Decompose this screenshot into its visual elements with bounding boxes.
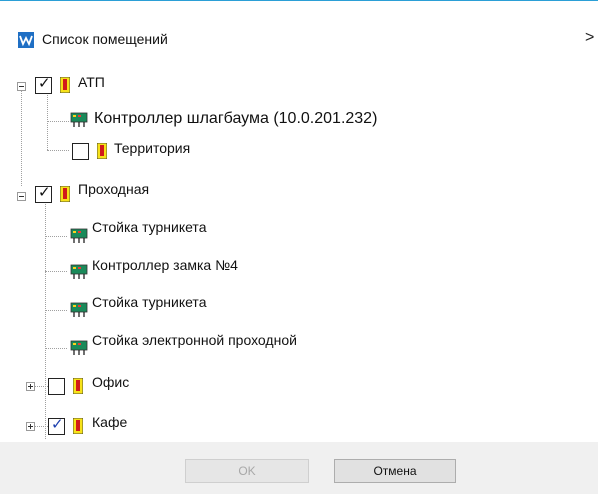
- room-door-icon: [97, 143, 107, 159]
- rooms-tree: ✓ АТП Контроллер шлагбаума (10.0.201.232…: [0, 64, 598, 442]
- expand-icon[interactable]: [26, 422, 35, 431]
- close-chevron-icon[interactable]: >: [585, 29, 594, 47]
- tree-line: [47, 121, 69, 122]
- collapse-icon[interactable]: [17, 192, 26, 201]
- cancel-button[interactable]: Отмена: [334, 459, 456, 483]
- tree-line: [47, 150, 69, 151]
- controller-device-icon: [70, 264, 88, 279]
- checkbox-entrance[interactable]: ✓: [35, 184, 52, 203]
- checkbox-cafe[interactable]: ✓: [48, 416, 65, 435]
- tree-line: [45, 310, 67, 311]
- expand-icon[interactable]: [26, 382, 35, 391]
- turnstile-device-icon: [70, 302, 88, 317]
- room-door-icon: [73, 418, 83, 434]
- tree-line: [45, 236, 67, 237]
- room-door-icon: [60, 186, 70, 202]
- tree-label-turnstile-2[interactable]: Стойка турникета: [92, 294, 206, 310]
- tree-label-turnstile-1[interactable]: Стойка турникета: [92, 219, 206, 235]
- tree-line: [45, 271, 67, 272]
- turnstile-device-icon: [70, 340, 88, 355]
- tree-line: [45, 348, 67, 349]
- dialog-titlebar: Список помещений >: [0, 1, 598, 64]
- tree-label-entrance[interactable]: Проходная: [78, 181, 149, 197]
- tree-label-cafe[interactable]: Кафе: [92, 414, 127, 430]
- tree-label-territory[interactable]: Территория: [114, 140, 190, 156]
- ok-button[interactable]: OK: [185, 459, 309, 483]
- room-door-icon: [73, 378, 83, 394]
- app-logo-icon: [18, 32, 34, 48]
- collapse-icon[interactable]: [17, 82, 26, 91]
- checkbox-office[interactable]: [48, 378, 65, 395]
- room-door-icon: [60, 77, 70, 93]
- tree-label-controller-gate[interactable]: Контроллер шлагбаума (10.0.201.232): [94, 110, 377, 128]
- tree-line: [21, 87, 22, 186]
- turnstile-device-icon: [70, 228, 88, 243]
- tree-label-office[interactable]: Офис: [92, 374, 129, 390]
- tree-label-lock-controller[interactable]: Контроллер замка №4: [92, 257, 238, 273]
- checkbox-territory[interactable]: [72, 143, 89, 160]
- tree-label-electronic-post[interactable]: Стойка электронной проходной: [92, 332, 297, 348]
- dialog-title: Список помещений: [42, 31, 168, 47]
- controller-device-icon: [70, 112, 88, 127]
- checkbox-atp[interactable]: ✓: [35, 75, 52, 94]
- tree-label-atp[interactable]: АТП: [78, 74, 105, 90]
- dialog-footer: OK Отмена: [0, 442, 598, 494]
